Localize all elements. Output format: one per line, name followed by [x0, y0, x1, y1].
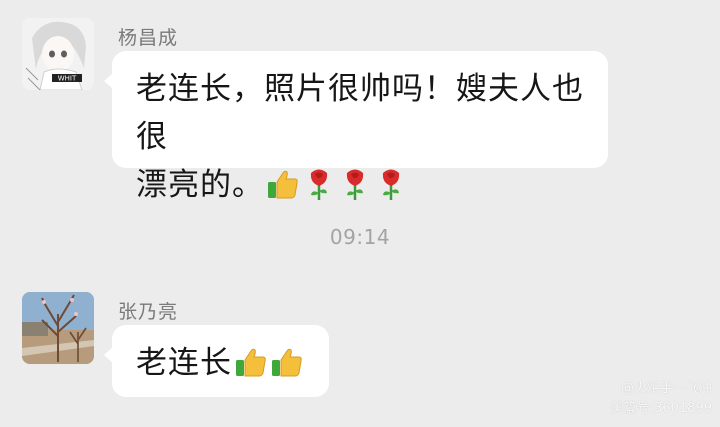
- watermark-line: 美篇号:3601899: [610, 401, 712, 416]
- message-text: 漂亮的。: [136, 167, 264, 203]
- message-text: 老连长: [136, 345, 232, 381]
- message-timestamp: 09:14: [329, 225, 391, 249]
- anime-girl-avatar[interactable]: WHIT: [22, 18, 94, 90]
- message-text-line: 老连长: [136, 339, 305, 387]
- rose-icon: [374, 167, 408, 201]
- sender-name: 杨昌成: [118, 27, 179, 49]
- thumbs-up-icon: [270, 345, 304, 379]
- message-bubble[interactable]: 老连长，照片很帅吗！嫂夫人也很 漂亮的。: [104, 51, 608, 203]
- message-text-line: 漂亮的。: [136, 161, 584, 209]
- rose-icon: [302, 167, 336, 201]
- landscape-avatar[interactable]: [22, 292, 94, 364]
- watermark: @火炬手一飞冲 美篇号:3601899: [611, 379, 712, 419]
- message-text: 老连长，照片很帅吗！嫂夫人也很: [136, 71, 584, 155]
- message-bubble[interactable]: 老连长: [104, 325, 329, 397]
- svg-text:WHIT: WHIT: [58, 75, 77, 83]
- watermark-line: @火炬手一飞冲: [620, 381, 712, 396]
- thumbs-up-icon: [266, 167, 300, 201]
- thumbs-up-icon: [234, 345, 268, 379]
- sender-name: 张乃亮: [118, 301, 179, 323]
- rose-icon: [338, 167, 372, 201]
- message-text-line: 老连长，照片很帅吗！嫂夫人也很: [136, 65, 584, 161]
- chat-view: WHIT 杨昌成 老连长，照片很帅吗！嫂夫人也很 漂亮的。 09:14 张乃亮 …: [0, 0, 720, 427]
